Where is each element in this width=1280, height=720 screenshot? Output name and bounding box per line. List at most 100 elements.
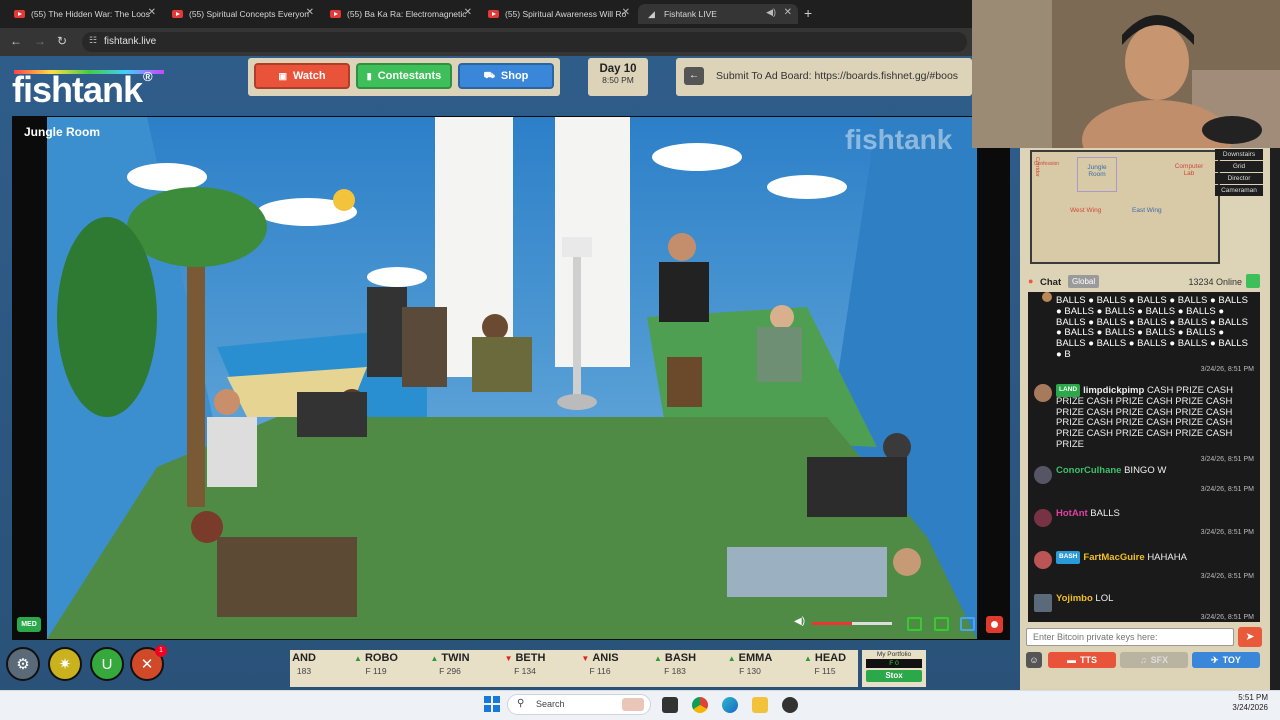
avatar[interactable] <box>1034 466 1052 484</box>
emoji-button[interactable]: ☺ <box>1026 652 1042 668</box>
ticker-item[interactable]: ▲ BASH F 183 <box>645 652 705 676</box>
map-room-confession[interactable]: Confession <box>1034 152 1064 167</box>
chat-messages[interactable]: BALLS ● BALLS ● BALLS ● BALLS ● BALLS ● … <box>1028 292 1260 622</box>
browser-tab-2[interactable]: (55) Spiritual Concepts Everyon ✕ <box>162 4 320 24</box>
reload-icon[interactable]: ↻ <box>57 34 67 48</box>
browser-tab-3[interactable]: (55) Ba Ka Ra: Electromagnetic ✕ <box>320 4 478 24</box>
message-time: 3/24/26, 8:51 PM <box>1200 613 1254 621</box>
toy-icon: ✈ <box>1211 654 1219 665</box>
avatar[interactable] <box>1034 509 1052 527</box>
stox-button[interactable]: Stox <box>866 670 922 682</box>
fishtank-tab-icon: ◢ <box>648 9 655 19</box>
close-icon[interactable]: ✕ <box>464 7 472 18</box>
edge-icon[interactable] <box>722 697 738 713</box>
live-camera-feed[interactable]: fishtank <box>47 117 977 639</box>
ticker-item[interactable]: ▲ TWIN F 296 <box>420 652 480 676</box>
avatar[interactable] <box>1034 551 1052 569</box>
house-map[interactable]: Jungle Room Computer Lab Corridor West W… <box>1030 150 1220 264</box>
volume-slider[interactable] <box>812 622 892 625</box>
close-icon[interactable]: ✕ <box>622 7 630 18</box>
map-room-west[interactable]: West Wing <box>1070 199 1115 214</box>
ad-board-bar[interactable]: ← Submit To Ad Board: https://boards.fis… <box>676 58 972 96</box>
tts-label: TTS <box>1080 655 1097 665</box>
emoji-icon: ☺ <box>1029 655 1039 665</box>
site-info-icon[interactable]: ☷ <box>89 35 97 46</box>
cast-icon[interactable] <box>907 617 922 631</box>
arrow-left-icon[interactable]: ← <box>684 67 704 85</box>
clock-date: 3/24/2026 <box>1232 703 1268 712</box>
browser-tab-4[interactable]: (55) Spiritual Awareness Will Ro ✕ <box>478 4 636 24</box>
app-icon[interactable] <box>782 697 798 713</box>
sfx-button[interactable]: ♫ SFX <box>1120 652 1188 668</box>
ticker-item[interactable]: AND 183 <box>290 652 334 676</box>
send-button[interactable]: ➤ <box>1238 627 1262 647</box>
shop-button[interactable]: ⛟ Shop <box>458 63 554 89</box>
ticker-item[interactable]: ▲ ROBO F 119 <box>346 652 406 676</box>
browser-tab-5[interactable]: ◢ Fishtank LIVE ◀) ✕ <box>638 4 798 24</box>
tab-title: (55) Ba Ka Ra: Electromagnetic <box>347 9 467 19</box>
day-clock: Day 10 8:50 PM <box>588 58 648 96</box>
map-room-computer[interactable]: Computer Lab <box>1169 157 1209 192</box>
map-link-grid[interactable]: Grid <box>1215 161 1263 172</box>
map-link-director[interactable]: Director <box>1215 173 1263 184</box>
ticker-item[interactable]: ▲ EMMA F 130 <box>720 652 780 676</box>
watch-button[interactable]: ▣ Watch <box>254 63 350 89</box>
taskbar-search[interactable]: ⚲ Search <box>507 694 651 715</box>
windows-start-icon[interactable] <box>484 696 500 712</box>
speaker-icon[interactable]: ◀) <box>766 7 776 18</box>
day-label: Day 10 <box>599 63 637 75</box>
magnet-icon: U <box>101 655 113 673</box>
map-room-jungle[interactable]: Jungle Room <box>1077 157 1117 192</box>
ticker-item[interactable]: ▼ ANIS F 116 <box>570 652 630 676</box>
avatar[interactable] <box>1034 384 1052 402</box>
arrow-up-icon: ▲ <box>803 654 812 663</box>
map-room-east[interactable]: East Wing <box>1132 199 1177 214</box>
volume-icon[interactable]: ◀) <box>794 616 805 627</box>
system-clock[interactable]: 5:51 PM 3/24/2026 <box>1206 693 1268 713</box>
avatar[interactable] <box>1042 292 1052 302</box>
back-icon[interactable]: ← <box>10 34 22 48</box>
toy-button[interactable]: ✈ TOY <box>1192 652 1260 668</box>
fishtank-logo[interactable]: fishtank® <box>12 69 153 111</box>
task-view-icon[interactable] <box>662 697 678 713</box>
contestants-button[interactable]: ▮ Contestants <box>356 63 452 89</box>
toy-label: TOY <box>1222 655 1241 665</box>
ad-board-text: Submit To Ad Board: https://boards.fishn… <box>716 70 959 82</box>
close-icon[interactable]: ✕ <box>784 7 792 18</box>
people-icon[interactable] <box>1246 274 1260 288</box>
ticker-value: F 183 <box>664 666 686 676</box>
fullscreen-icon[interactable] <box>960 617 975 631</box>
logo-text: fishtank <box>12 69 143 110</box>
file-explorer-icon[interactable] <box>752 697 768 713</box>
quality-badge[interactable]: MED <box>17 617 41 632</box>
fish-icon: ▮ <box>366 70 372 81</box>
settings-button[interactable]: ⚙ <box>6 647 40 681</box>
tab-title: (55) Spiritual Awareness Will Ro <box>505 9 627 19</box>
record-icon[interactable] <box>986 616 1003 633</box>
ticker-item[interactable]: ▲ HEAD F 115 <box>795 652 855 676</box>
username[interactable]: limpdickpimp <box>1083 385 1144 396</box>
map-link-downstairs[interactable]: Downstairs <box>1215 149 1263 160</box>
forward-icon[interactable]: → <box>34 34 46 48</box>
arrow-up-icon: ▲ <box>653 654 662 663</box>
close-icon[interactable]: ✕ <box>148 7 156 18</box>
username[interactable]: ConorCulhane <box>1056 465 1121 476</box>
inventory-button[interactable]: U <box>90 647 124 681</box>
new-tab-button[interactable]: + <box>804 5 812 21</box>
address-bar-row: ← → ↻ ☷ fishtank.live <box>0 28 972 56</box>
chrome-icon[interactable] <box>692 697 708 713</box>
url-bar[interactable]: ☷ fishtank.live <box>82 32 967 52</box>
close-icon[interactable]: ✕ <box>306 7 314 18</box>
chat-input[interactable] <box>1026 628 1234 646</box>
avatar[interactable] <box>1034 594 1052 612</box>
username[interactable]: Yojimbo <box>1056 593 1093 604</box>
username[interactable]: HotAnt <box>1056 508 1088 519</box>
map-link-cameraman[interactable]: Cameraman <box>1215 185 1263 196</box>
ticker-item[interactable]: ▼ BETH F 134 <box>495 652 555 676</box>
chat-tab-global[interactable]: Global <box>1068 275 1100 288</box>
picture-in-picture-icon[interactable] <box>934 617 949 631</box>
tts-button[interactable]: ▬ TTS <box>1048 652 1116 668</box>
username[interactable]: FartMacGuire <box>1083 552 1144 563</box>
browser-tab-1[interactable]: (55) The Hidden War: The Loos ✕ <box>4 4 162 24</box>
crafting-button[interactable]: ✷ <box>48 647 82 681</box>
